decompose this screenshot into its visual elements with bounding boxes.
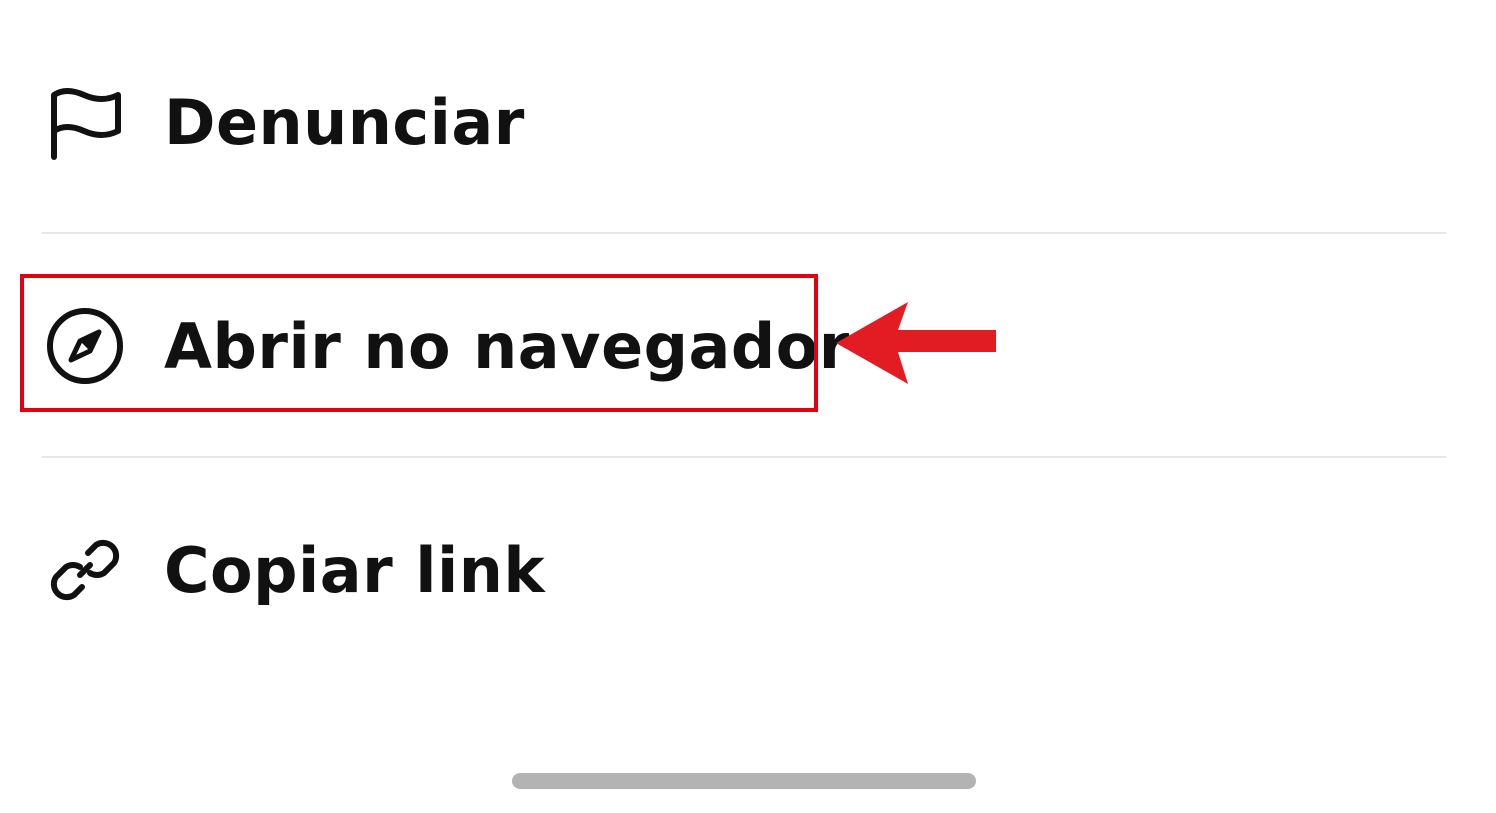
divider — [42, 456, 1446, 458]
report-label: Denunciar — [164, 85, 525, 159]
link-icon — [44, 529, 126, 611]
home-indicator[interactable] — [512, 773, 976, 789]
flag-icon — [44, 81, 126, 163]
copy-link-label: Copiar link — [164, 533, 546, 607]
arrow-left-icon — [836, 302, 996, 384]
divider — [42, 232, 1446, 234]
report-menu-item[interactable]: Denunciar — [44, 72, 525, 172]
copy-link-menu-item[interactable]: Copiar link — [44, 520, 545, 620]
highlight-box — [20, 274, 818, 412]
action-sheet: Denunciar Abrir no navegador Copiar link — [0, 0, 1496, 813]
